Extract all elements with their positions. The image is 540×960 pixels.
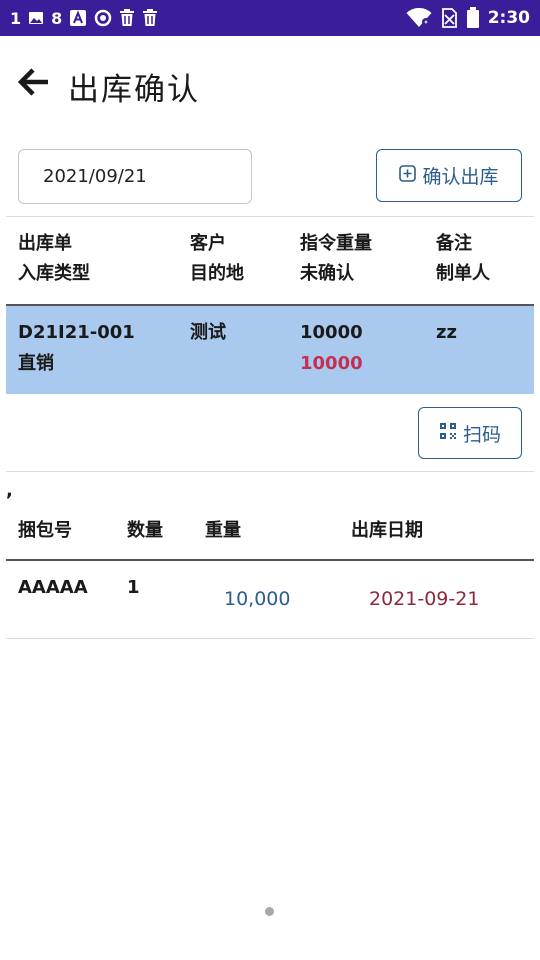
header-remark: 备注 bbox=[436, 233, 472, 254]
table-row-selected[interactable]: D21I21-001 直销 测试 10000 10000 zz bbox=[6, 306, 534, 394]
trash-icon bbox=[119, 9, 135, 27]
header-customer: 客户 bbox=[190, 233, 226, 254]
col-header-weight: 指令重量 未确认 bbox=[300, 229, 372, 289]
divider bbox=[6, 638, 534, 639]
page-title: 出库确认 bbox=[68, 72, 200, 108]
trash-icon bbox=[142, 9, 158, 27]
col-header-remark: 备注 制单人 bbox=[436, 229, 490, 289]
order-type: 直销 bbox=[18, 353, 54, 374]
qr-code-icon bbox=[439, 422, 457, 445]
status-bar: 1 8 2:30 bbox=[0, 0, 540, 36]
image-icon bbox=[28, 10, 44, 26]
order-unconfirmed: 10000 bbox=[300, 353, 363, 374]
circle-icon bbox=[94, 9, 112, 27]
back-button[interactable] bbox=[16, 66, 52, 102]
status-text-1: 1 bbox=[10, 8, 22, 28]
battery-icon bbox=[466, 7, 480, 29]
status-left: 1 8 bbox=[10, 7, 158, 29]
header-unconfirmed: 未确认 bbox=[300, 263, 354, 284]
header-instruction-weight: 指令重量 bbox=[300, 233, 372, 254]
bundle-quantity: 1 bbox=[127, 577, 140, 598]
col-header-customer: 客户 目的地 bbox=[190, 229, 244, 289]
a-icon bbox=[69, 9, 87, 27]
confirm-outbound-button[interactable]: 确认出库 bbox=[376, 149, 522, 202]
status-text-2: 8 bbox=[51, 8, 63, 28]
wifi-icon bbox=[406, 8, 432, 28]
app-header: 出库确认 bbox=[0, 36, 540, 132]
status-time: 2:30 bbox=[487, 8, 530, 28]
divider bbox=[6, 471, 534, 472]
arrow-left-icon bbox=[17, 67, 50, 101]
header-bundle-no: 捆包号 bbox=[18, 520, 72, 541]
order-number: D21I21-001 bbox=[18, 322, 135, 343]
bundle-header-divider bbox=[6, 559, 534, 561]
scan-button[interactable]: 扫码 bbox=[418, 407, 522, 459]
header-out-date: 出库日期 bbox=[351, 520, 423, 541]
status-right: 2:30 bbox=[406, 7, 530, 29]
plus-square-icon bbox=[399, 164, 417, 187]
header-quantity: 数量 bbox=[127, 520, 163, 541]
no-sim-icon bbox=[440, 8, 458, 28]
scan-label: 扫码 bbox=[462, 423, 501, 446]
order-remark: zz bbox=[436, 322, 457, 343]
header-order-no: 出库单 bbox=[18, 233, 72, 254]
header-inbound-type: 入库类型 bbox=[18, 263, 90, 284]
bundle-out-date: 2021-09-21 bbox=[369, 588, 480, 610]
col-header-order: 出库单 入库类型 bbox=[18, 229, 90, 289]
order-weight: 10000 bbox=[300, 322, 363, 343]
header-creator: 制单人 bbox=[436, 263, 490, 284]
bundle-weight: 10,000 bbox=[224, 588, 291, 610]
header-destination: 目的地 bbox=[190, 263, 244, 284]
header-weight: 重量 bbox=[205, 520, 241, 541]
confirm-outbound-label: 确认出库 bbox=[422, 166, 499, 188]
date-input[interactable] bbox=[18, 149, 252, 204]
order-customer: 测试 bbox=[190, 322, 226, 343]
divider bbox=[6, 216, 534, 217]
bundle-number: AAAAA bbox=[18, 577, 88, 598]
nav-indicator bbox=[265, 907, 274, 916]
separator-char: , bbox=[6, 480, 13, 501]
